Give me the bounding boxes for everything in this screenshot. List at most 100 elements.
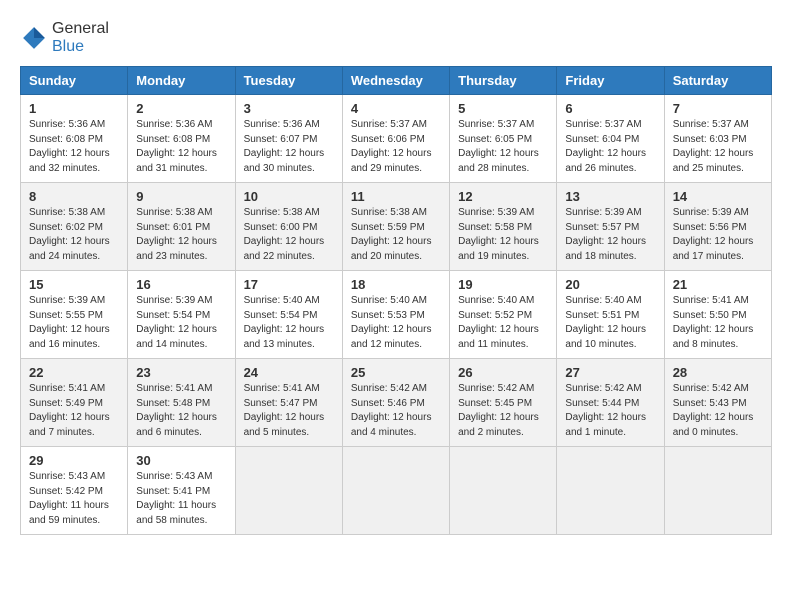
day-number: 26 bbox=[458, 365, 548, 380]
calendar-cell bbox=[342, 447, 449, 535]
day-number: 4 bbox=[351, 101, 441, 116]
day-number: 13 bbox=[565, 189, 655, 204]
day-number: 21 bbox=[673, 277, 763, 292]
calendar-cell: 2 Sunrise: 5:36 AM Sunset: 6:08 PM Daylig… bbox=[128, 95, 235, 183]
day-info: Sunrise: 5:37 AM Sunset: 6:03 PM Dayligh… bbox=[673, 118, 763, 176]
day-info: Sunrise: 5:37 AM Sunset: 6:05 PM Dayligh… bbox=[458, 118, 548, 176]
calendar-cell: 5 Sunrise: 5:37 AM Sunset: 6:05 PM Daylig… bbox=[450, 95, 557, 183]
calendar-cell bbox=[557, 447, 664, 535]
day-info: Sunrise: 5:36 AM Sunset: 6:08 PM Dayligh… bbox=[29, 118, 119, 176]
calendar-table: SundayMondayTuesdayWednesdayThursdayFrid… bbox=[20, 66, 772, 535]
day-info: Sunrise: 5:40 AM Sunset: 5:51 PM Dayligh… bbox=[565, 294, 655, 352]
logo-general-text: General bbox=[52, 20, 109, 37]
page-header: General Blue bbox=[20, 20, 772, 56]
day-number: 1 bbox=[29, 101, 119, 116]
day-number: 28 bbox=[673, 365, 763, 380]
day-number: 10 bbox=[244, 189, 334, 204]
calendar-week-row: 8 Sunrise: 5:38 AM Sunset: 6:02 PM Daylig… bbox=[21, 183, 772, 271]
day-info: Sunrise: 5:36 AM Sunset: 6:08 PM Dayligh… bbox=[136, 118, 226, 176]
calendar-cell: 28 Sunrise: 5:42 AM Sunset: 5:43 PM Dayli… bbox=[664, 359, 771, 447]
generalblue-logo-icon bbox=[20, 24, 48, 52]
day-info: Sunrise: 5:42 AM Sunset: 5:43 PM Dayligh… bbox=[673, 382, 763, 440]
calendar-cell: 18 Sunrise: 5:40 AM Sunset: 5:53 PM Dayli… bbox=[342, 271, 449, 359]
day-info: Sunrise: 5:40 AM Sunset: 5:53 PM Dayligh… bbox=[351, 294, 441, 352]
day-number: 30 bbox=[136, 453, 226, 468]
day-number: 23 bbox=[136, 365, 226, 380]
column-header-sunday: Sunday bbox=[21, 67, 128, 95]
calendar-cell: 3 Sunrise: 5:36 AM Sunset: 6:07 PM Daylig… bbox=[235, 95, 342, 183]
day-info: Sunrise: 5:38 AM Sunset: 6:00 PM Dayligh… bbox=[244, 206, 334, 264]
day-number: 20 bbox=[565, 277, 655, 292]
calendar-cell: 8 Sunrise: 5:38 AM Sunset: 6:02 PM Daylig… bbox=[21, 183, 128, 271]
day-info: Sunrise: 5:39 AM Sunset: 5:57 PM Dayligh… bbox=[565, 206, 655, 264]
calendar-week-row: 1 Sunrise: 5:36 AM Sunset: 6:08 PM Daylig… bbox=[21, 95, 772, 183]
column-header-saturday: Saturday bbox=[664, 67, 771, 95]
calendar-cell: 12 Sunrise: 5:39 AM Sunset: 5:58 PM Dayli… bbox=[450, 183, 557, 271]
calendar-cell: 4 Sunrise: 5:37 AM Sunset: 6:06 PM Daylig… bbox=[342, 95, 449, 183]
day-info: Sunrise: 5:39 AM Sunset: 5:54 PM Dayligh… bbox=[136, 294, 226, 352]
calendar-header-row: SundayMondayTuesdayWednesdayThursdayFrid… bbox=[21, 67, 772, 95]
day-info: Sunrise: 5:37 AM Sunset: 6:04 PM Dayligh… bbox=[565, 118, 655, 176]
calendar-cell: 6 Sunrise: 5:37 AM Sunset: 6:04 PM Daylig… bbox=[557, 95, 664, 183]
calendar-week-row: 29 Sunrise: 5:43 AM Sunset: 5:42 PM Dayli… bbox=[21, 447, 772, 535]
day-number: 27 bbox=[565, 365, 655, 380]
logo: General Blue bbox=[20, 20, 109, 56]
day-info: Sunrise: 5:37 AM Sunset: 6:06 PM Dayligh… bbox=[351, 118, 441, 176]
calendar-cell bbox=[664, 447, 771, 535]
day-number: 12 bbox=[458, 189, 548, 204]
day-number: 24 bbox=[244, 365, 334, 380]
day-info: Sunrise: 5:39 AM Sunset: 5:55 PM Dayligh… bbox=[29, 294, 119, 352]
day-number: 14 bbox=[673, 189, 763, 204]
day-number: 3 bbox=[244, 101, 334, 116]
calendar-cell: 30Sunrise: 5:43 AM Sunset: 5:41 PM Dayli… bbox=[128, 447, 235, 535]
calendar-cell: 1 Sunrise: 5:36 AM Sunset: 6:08 PM Daylig… bbox=[21, 95, 128, 183]
calendar-cell: 26 Sunrise: 5:42 AM Sunset: 5:45 PM Dayli… bbox=[450, 359, 557, 447]
calendar-week-row: 15Sunrise: 5:39 AM Sunset: 5:55 PM Dayli… bbox=[21, 271, 772, 359]
day-info: Sunrise: 5:39 AM Sunset: 5:56 PM Dayligh… bbox=[673, 206, 763, 264]
calendar-cell: 16 Sunrise: 5:39 AM Sunset: 5:54 PM Dayli… bbox=[128, 271, 235, 359]
calendar-cell: 22Sunrise: 5:41 AM Sunset: 5:49 PM Dayli… bbox=[21, 359, 128, 447]
day-info: Sunrise: 5:38 AM Sunset: 5:59 PM Dayligh… bbox=[351, 206, 441, 264]
calendar-cell: 21 Sunrise: 5:41 AM Sunset: 5:50 PM Dayli… bbox=[664, 271, 771, 359]
column-header-tuesday: Tuesday bbox=[235, 67, 342, 95]
day-info: Sunrise: 5:38 AM Sunset: 6:02 PM Dayligh… bbox=[29, 206, 119, 264]
day-number: 18 bbox=[351, 277, 441, 292]
day-info: Sunrise: 5:40 AM Sunset: 5:54 PM Dayligh… bbox=[244, 294, 334, 352]
day-info: Sunrise: 5:36 AM Sunset: 6:07 PM Dayligh… bbox=[244, 118, 334, 176]
day-info: Sunrise: 5:41 AM Sunset: 5:47 PM Dayligh… bbox=[244, 382, 334, 440]
column-header-wednesday: Wednesday bbox=[342, 67, 449, 95]
day-number: 9 bbox=[136, 189, 226, 204]
calendar-cell: 27 Sunrise: 5:42 AM Sunset: 5:44 PM Dayli… bbox=[557, 359, 664, 447]
day-number: 19 bbox=[458, 277, 548, 292]
calendar-cell: 23 Sunrise: 5:41 AM Sunset: 5:48 PM Dayli… bbox=[128, 359, 235, 447]
day-info: Sunrise: 5:42 AM Sunset: 5:44 PM Dayligh… bbox=[565, 382, 655, 440]
calendar-cell: 19Sunrise: 5:40 AM Sunset: 5:52 PM Dayli… bbox=[450, 271, 557, 359]
day-number: 2 bbox=[136, 101, 226, 116]
calendar-cell: 10 Sunrise: 5:38 AM Sunset: 6:00 PM Dayli… bbox=[235, 183, 342, 271]
day-number: 29 bbox=[29, 453, 119, 468]
calendar-cell: 24 Sunrise: 5:41 AM Sunset: 5:47 PM Dayli… bbox=[235, 359, 342, 447]
day-number: 6 bbox=[565, 101, 655, 116]
day-number: 5 bbox=[458, 101, 548, 116]
column-header-friday: Friday bbox=[557, 67, 664, 95]
day-info: Sunrise: 5:41 AM Sunset: 5:49 PM Dayligh… bbox=[29, 382, 119, 440]
day-info: Sunrise: 5:42 AM Sunset: 5:45 PM Dayligh… bbox=[458, 382, 548, 440]
day-info: Sunrise: 5:41 AM Sunset: 5:48 PM Dayligh… bbox=[136, 382, 226, 440]
day-info: Sunrise: 5:38 AM Sunset: 6:01 PM Dayligh… bbox=[136, 206, 226, 264]
day-number: 17 bbox=[244, 277, 334, 292]
day-info: Sunrise: 5:41 AM Sunset: 5:50 PM Dayligh… bbox=[673, 294, 763, 352]
day-info: Sunrise: 5:43 AM Sunset: 5:42 PM Dayligh… bbox=[29, 470, 119, 528]
day-number: 11 bbox=[351, 189, 441, 204]
logo-blue-text: Blue bbox=[52, 38, 84, 55]
calendar-week-row: 22Sunrise: 5:41 AM Sunset: 5:49 PM Dayli… bbox=[21, 359, 772, 447]
day-number: 7 bbox=[673, 101, 763, 116]
day-number: 16 bbox=[136, 277, 226, 292]
calendar-cell: 9 Sunrise: 5:38 AM Sunset: 6:01 PM Daylig… bbox=[128, 183, 235, 271]
day-number: 8 bbox=[29, 189, 119, 204]
day-info: Sunrise: 5:39 AM Sunset: 5:58 PM Dayligh… bbox=[458, 206, 548, 264]
calendar-cell: 14 Sunrise: 5:39 AM Sunset: 5:56 PM Dayli… bbox=[664, 183, 771, 271]
calendar-cell: 20 Sunrise: 5:40 AM Sunset: 5:51 PM Dayli… bbox=[557, 271, 664, 359]
calendar-cell bbox=[450, 447, 557, 535]
calendar-cell: 13 Sunrise: 5:39 AM Sunset: 5:57 PM Dayli… bbox=[557, 183, 664, 271]
calendar-cell: 11 Sunrise: 5:38 AM Sunset: 5:59 PM Dayli… bbox=[342, 183, 449, 271]
